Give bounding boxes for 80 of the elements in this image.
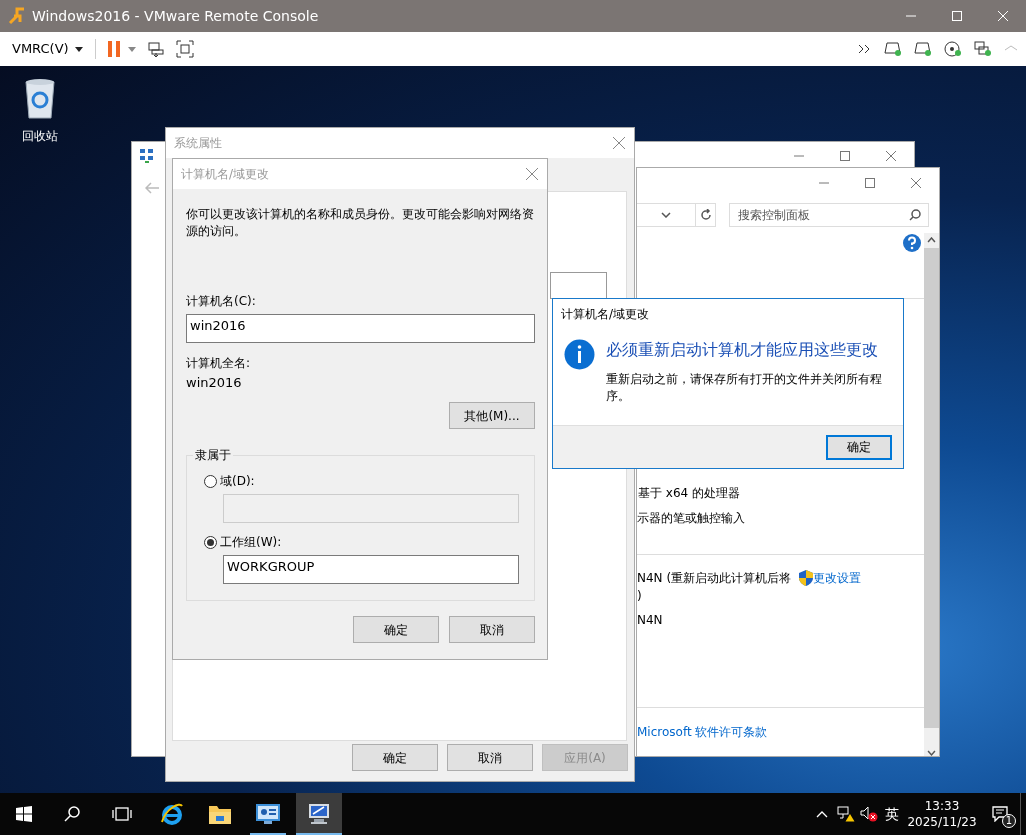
windows-logo-icon — [16, 806, 32, 822]
notification-badge: 1 — [1002, 814, 1016, 828]
search-icon[interactable] — [909, 209, 921, 221]
disc-icon[interactable] — [944, 41, 962, 57]
search-field[interactable]: 搜索控制面板 — [729, 203, 929, 227]
drive-icon[interactable] — [884, 41, 902, 57]
message-text: 重新启动之前，请保存所有打开的文件并关闭所有程序。 — [606, 371, 883, 405]
task-view-icon — [112, 807, 132, 821]
dialog-title: 计算机名/域更改 — [561, 306, 651, 322]
info-icon — [564, 339, 595, 370]
ok-button[interactable]: 确定 — [826, 434, 892, 460]
radio-button[interactable] — [204, 474, 217, 488]
input-language-button[interactable]: 英 — [880, 793, 904, 835]
dialog-title: 计算机名/域更改 — [181, 166, 270, 183]
network-icon — [140, 148, 154, 163]
caret-icon — [74, 46, 83, 52]
field-label: 计算机全名: — [186, 355, 252, 371]
workgroup-field[interactable]: WORKGROUP — [223, 555, 519, 584]
chevron-down-icon[interactable] — [661, 212, 671, 218]
more-button[interactable]: 其他(M)... — [449, 402, 535, 429]
radio-label[interactable]: 工作组(W): — [220, 534, 282, 550]
computer-name-text: N4N — [637, 612, 664, 629]
close-icon — [613, 137, 625, 149]
clock-date: 2025/11/23 — [907, 814, 977, 830]
refresh-icon — [699, 209, 712, 221]
dialog-button[interactable]: 确定 — [352, 744, 438, 771]
notification-icon — [992, 806, 1008, 822]
fullscreen-icon[interactable] — [175, 40, 194, 58]
maximize-icon — [840, 150, 850, 161]
network-warning-icon — [837, 806, 855, 822]
computer-name-text: ) — [637, 588, 643, 605]
field-label: 计算机名(C): — [186, 293, 257, 309]
close-icon — [526, 168, 538, 180]
computer-name-field[interactable]: win2016 — [186, 314, 535, 343]
clock-button[interactable]: 13:33 2025/11/23 — [904, 793, 980, 835]
computer-name-text: N4N (重新启动此计算机后将 — [637, 570, 793, 587]
notification-button[interactable]: 1 — [980, 793, 1020, 835]
dialog-button[interactable]: 确定 — [353, 616, 439, 643]
radio-button[interactable] — [204, 535, 217, 549]
caret-icon — [127, 46, 136, 52]
pause-icon[interactable] — [107, 41, 120, 57]
control-panel-icon — [256, 804, 280, 824]
address-bar[interactable] — [637, 203, 716, 227]
folder-icon — [208, 803, 232, 825]
taskbar-app-button[interactable] — [296, 793, 342, 835]
pen-input-text: 示器的笔或触控输入 — [637, 510, 746, 527]
scroll-up-icon[interactable] — [927, 237, 936, 243]
dialog-title: 系统属性 — [174, 135, 222, 152]
description-text: 你可以更改该计算机的名称和成员身份。更改可能会影响对网络资源的访问。 — [186, 206, 535, 240]
license-link[interactable]: Microsoft 软件许可条款 — [637, 723, 924, 741]
scroll-down-icon[interactable] — [927, 750, 936, 756]
close-icon — [911, 177, 921, 188]
vmrc-menu[interactable]: VMRC(V) — [12, 39, 69, 59]
drive-icon[interactable] — [914, 41, 932, 57]
search-icon — [64, 806, 80, 822]
radio-label[interactable]: 域(D): — [220, 473, 255, 489]
dialog-button[interactable]: 取消 — [447, 744, 533, 771]
speaker-muted-icon — [860, 806, 878, 822]
change-settings-link[interactable]: 更改设置 — [813, 569, 861, 587]
browser-icon — [160, 802, 184, 826]
window-title: Windows2016 - VMware Remote Console — [32, 6, 319, 26]
help-icon[interactable] — [902, 233, 922, 253]
message-heading: 必须重新启动计算机才能应用这些更改 — [606, 339, 879, 361]
processor-text: 基于 x64 的处理器 — [637, 485, 741, 502]
desktop-icon-label[interactable]: 回收站 — [22, 127, 58, 145]
maximize-icon — [952, 11, 962, 21]
clock-time: 13:33 — [924, 798, 960, 814]
chevron-icon[interactable] — [858, 44, 872, 54]
network-adapter-icon[interactable] — [974, 41, 992, 57]
shield-icon — [799, 570, 813, 586]
close-icon — [998, 11, 1008, 21]
send-keys-icon[interactable] — [147, 41, 164, 57]
group-label: 隶属于 — [193, 447, 233, 463]
close-icon — [886, 150, 896, 161]
dialog-button[interactable]: 取消 — [449, 616, 535, 643]
maximize-icon — [865, 177, 875, 188]
app-logo-icon — [8, 7, 26, 25]
full-name-text: win2016 — [186, 375, 243, 391]
caret-up-icon — [816, 810, 828, 818]
computer-icon — [307, 803, 331, 825]
